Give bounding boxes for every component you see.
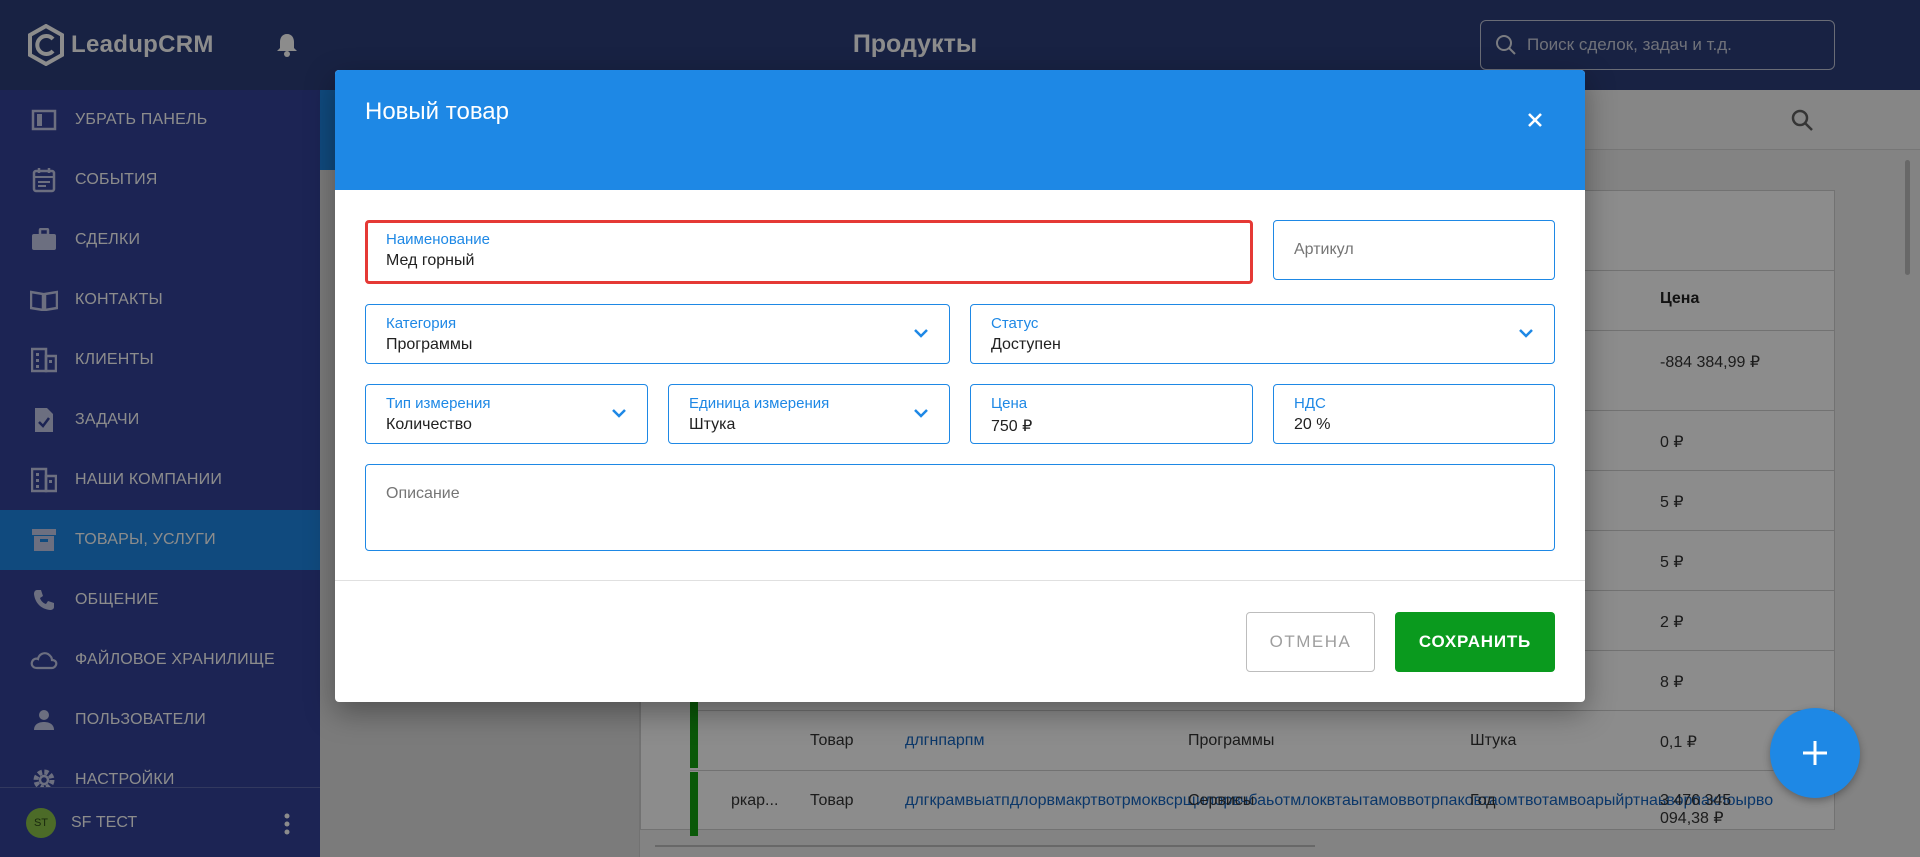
vat-label: НДС: [1294, 395, 1326, 412]
new-product-dialog: Новый товар Наименование Мед горный Арти…: [335, 70, 1585, 702]
dialog-divider: [335, 580, 1585, 581]
save-button[interactable]: СОХРАНИТЬ: [1395, 612, 1555, 672]
description-textarea[interactable]: Описание: [365, 464, 1555, 551]
vat-field[interactable]: НДС 20 %: [1273, 384, 1555, 444]
vat-value[interactable]: 20 %: [1294, 416, 1330, 434]
status-value: Доступен: [991, 336, 1061, 353]
name-field-label: Наименование: [386, 231, 490, 248]
measure-type-label: Тип измерения: [386, 395, 491, 412]
status-select[interactable]: Статус Доступен: [970, 304, 1555, 364]
add-product-button[interactable]: [1770, 708, 1860, 798]
category-select[interactable]: Категория Программы: [365, 304, 950, 364]
close-icon[interactable]: [1525, 110, 1545, 130]
chevron-down-icon: [1519, 329, 1533, 338]
chevron-down-icon: [914, 409, 928, 418]
measure-type-select[interactable]: Тип измерения Количество: [365, 384, 648, 444]
measure-type-value: Количество: [386, 416, 472, 433]
dialog-header: Новый товар: [335, 70, 1585, 190]
category-label: Категория: [386, 315, 457, 332]
plus-icon: [1803, 741, 1827, 765]
price-label: Цена: [991, 395, 1028, 412]
chevron-down-icon: [914, 329, 928, 338]
unit-value: Штука: [689, 416, 736, 433]
price-value[interactable]: 750 ₽: [991, 416, 1032, 436]
name-field-value[interactable]: Мед горный: [386, 252, 474, 270]
chevron-down-icon: [612, 409, 626, 418]
status-label: Статус: [991, 315, 1039, 332]
price-field[interactable]: Цена 750 ₽: [970, 384, 1253, 444]
category-value: Программы: [386, 336, 473, 353]
description-placeholder: Описание: [386, 485, 460, 502]
dialog-title: Новый товар: [365, 98, 509, 125]
unit-select[interactable]: Единица измерения Штука: [668, 384, 950, 444]
article-field[interactable]: Артикул: [1273, 220, 1555, 280]
name-field[interactable]: Наименование Мед горный: [365, 220, 1253, 284]
article-placeholder: Артикул: [1294, 241, 1354, 258]
cancel-button[interactable]: ОТМЕНА: [1246, 612, 1375, 672]
unit-label: Единица измерения: [689, 395, 830, 412]
